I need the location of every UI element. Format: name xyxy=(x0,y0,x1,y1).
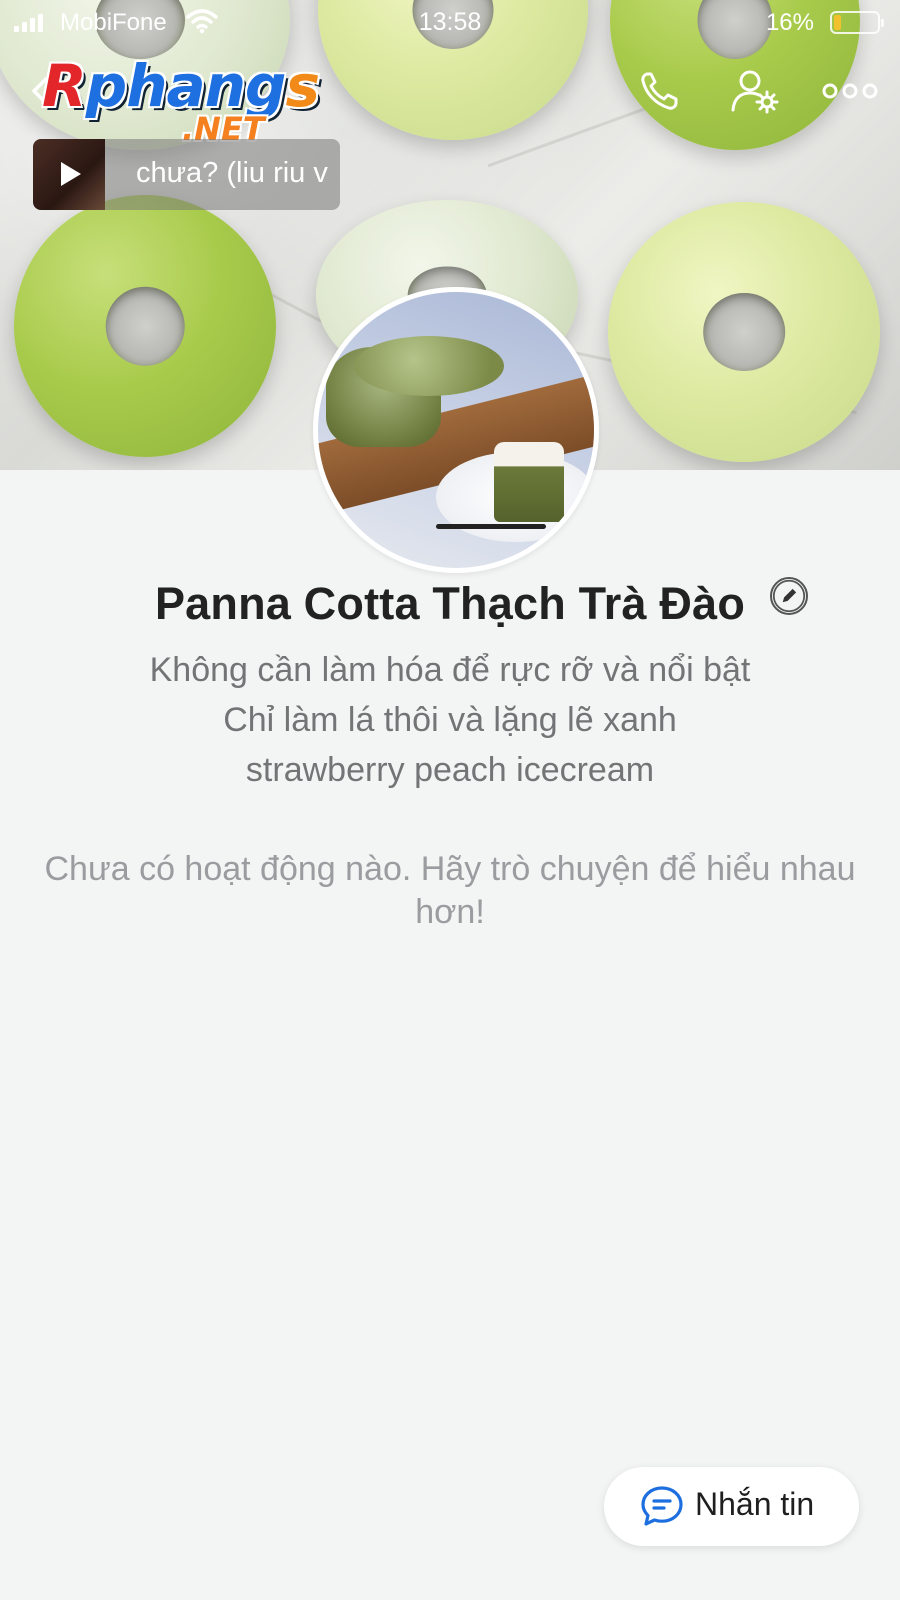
donut-image xyxy=(608,202,880,462)
phone-icon[interactable] xyxy=(636,68,686,114)
profile-bio: Không cần làm hóa để rực rỡ và nổi bật C… xyxy=(0,645,900,795)
battery-icon xyxy=(830,11,884,34)
watermark-logo: Rphangs .NET xyxy=(42,52,322,152)
profile-music-player[interactable]: chưa? (liu riu v xyxy=(33,139,340,210)
bio-line: Không cần làm hóa để rực rỡ và nổi bật xyxy=(149,651,751,689)
music-title: chưa? (liu riu v xyxy=(136,157,328,189)
more-icon[interactable] xyxy=(822,68,878,114)
battery-level-fill xyxy=(834,15,841,30)
profile-name-row: Panna Cotta Thạch Trà Đào xyxy=(0,578,900,630)
profile-name: Panna Cotta Thạch Trà Đào xyxy=(154,578,746,629)
user-settings-icon[interactable] xyxy=(730,68,780,114)
avatar-fork-shape xyxy=(436,524,546,529)
watermark-logo-main: Rphangs xyxy=(42,52,320,120)
bio-line: strawberry peach icecream xyxy=(245,751,655,789)
donut-image xyxy=(14,195,276,457)
chat-icon xyxy=(641,1486,683,1526)
message-button[interactable]: Nhắn tin xyxy=(604,1467,859,1546)
status-bar: MobiFone 13:58 16% xyxy=(0,0,900,46)
message-button-label: Nhắn tin xyxy=(695,1486,815,1522)
empty-activity-message: Chưa có hoạt động nào. Hãy trò chuyện để… xyxy=(44,850,856,931)
music-cover-art xyxy=(33,139,105,210)
edit-name-icon[interactable] xyxy=(770,577,808,615)
avatar-cake-top-shape xyxy=(354,336,504,396)
avatar-slice-shape xyxy=(494,442,564,522)
bio-line: Chỉ làm lá thôi và lặng lẽ xanh xyxy=(223,701,677,739)
play-icon[interactable] xyxy=(55,159,85,189)
battery-percent: 16% xyxy=(765,9,814,36)
profile-avatar[interactable] xyxy=(313,287,599,573)
